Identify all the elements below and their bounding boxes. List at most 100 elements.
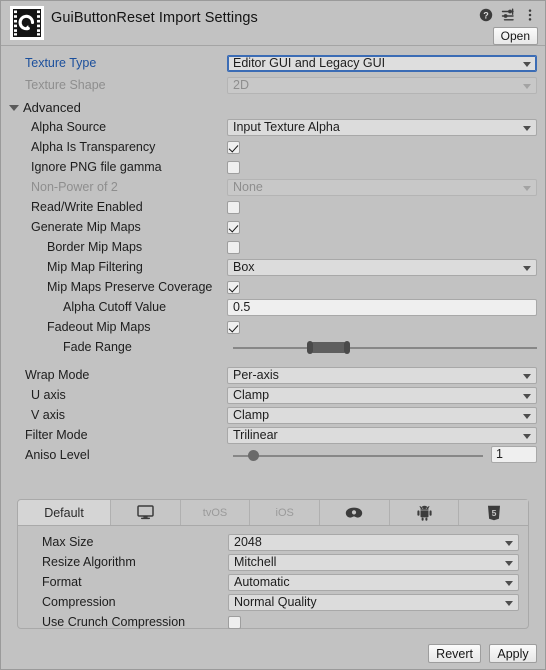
tab-android[interactable] [389, 500, 460, 525]
chevron-down-icon [523, 374, 531, 379]
compression-label: Compression [42, 595, 116, 609]
non-power-of-2-label: Non-Power of 2 [31, 180, 118, 194]
mip-map-filtering-dropdown[interactable]: Box [227, 259, 537, 276]
open-button[interactable]: Open [492, 27, 538, 45]
chevron-down-icon [505, 581, 513, 586]
alpha-cutoff-label: Alpha Cutoff Value [63, 300, 167, 314]
row-filter-mode: Filter Mode Trilinear [1, 426, 545, 446]
tab-standalone[interactable] [111, 500, 181, 525]
row-texture-shape: Texture Shape 2D [1, 76, 545, 98]
chevron-down-icon [523, 126, 531, 131]
border-mip-maps-label: Border Mip Maps [47, 240, 143, 254]
compression-value: Normal Quality [234, 595, 317, 609]
webgl-html5-icon: 5 [487, 505, 501, 521]
row-border-mip-maps: Border Mip Maps [1, 238, 545, 258]
crunch-checkbox[interactable] [228, 616, 241, 629]
ignore-png-gamma-checkbox[interactable] [227, 161, 240, 174]
tab-tvos[interactable]: tvOS [180, 500, 251, 525]
import-settings-window: GuiButtonReset Import Settings ? Open Te… [0, 0, 546, 670]
v-axis-dropdown[interactable]: Clamp [227, 407, 537, 424]
chevron-down-icon [523, 62, 531, 67]
fade-range-slider[interactable] [233, 339, 537, 356]
row-fadeout-mip-maps: Fadeout Mip Maps [1, 318, 545, 338]
chevron-down-icon [523, 266, 531, 271]
v-axis-label: V axis [31, 408, 66, 422]
tab-ios[interactable]: iOS [250, 500, 321, 525]
texture-asset-glyph [13, 9, 41, 37]
texture-asset-icon [10, 6, 44, 40]
read-write-enabled-checkbox[interactable] [227, 201, 240, 214]
settings-body: Texture Type Editor GUI and Legacy GUI T… [1, 46, 545, 466]
border-mip-maps-checkbox[interactable] [227, 241, 240, 254]
chevron-down-icon [505, 541, 513, 546]
platform-settings-box: Default tvOS iOS 5 Max Size 2048 Resize … [17, 499, 529, 629]
format-label: Format [42, 575, 82, 589]
generate-mip-maps-checkbox[interactable] [227, 221, 240, 234]
alpha-cutoff-input[interactable]: 0.5 [227, 299, 537, 316]
monitor-icon [137, 505, 154, 520]
alpha-source-label: Alpha Source [31, 120, 107, 134]
preset-settings-icon[interactable] [501, 8, 515, 22]
u-axis-value: Clamp [233, 388, 270, 402]
resize-algorithm-dropdown[interactable]: Mitchell [228, 554, 519, 571]
format-value: Automatic [234, 575, 290, 589]
tab-default[interactable]: Default [18, 500, 111, 525]
svg-text:5: 5 [491, 508, 496, 518]
wrap-mode-dropdown[interactable]: Per-axis [227, 367, 537, 384]
aniso-level-label: Aniso Level [25, 448, 90, 462]
row-alpha-cutoff-value: Alpha Cutoff Value 0.5 [1, 298, 545, 318]
fadeout-mip-maps-label: Fadeout Mip Maps [47, 320, 151, 334]
texture-shape-label: Texture Shape [25, 78, 106, 92]
revert-button[interactable]: Revert [428, 644, 481, 663]
row-compression: Compression Normal Quality [18, 593, 528, 613]
non-power-of-2-value: None [233, 180, 263, 194]
max-size-value: 2048 [234, 535, 262, 549]
help-icon[interactable]: ? [479, 8, 493, 22]
row-fade-range: Fade Range [1, 338, 545, 360]
tab-webgl[interactable]: 5 [459, 500, 529, 525]
chevron-down-icon [523, 434, 531, 439]
fade-range-track [233, 347, 537, 349]
v-axis-value: Clamp [233, 408, 270, 422]
aniso-level-slider[interactable] [233, 447, 483, 464]
page-title: GuiButtonReset Import Settings [51, 10, 258, 26]
u-axis-dropdown[interactable]: Clamp [227, 387, 537, 404]
apply-button[interactable]: Apply [489, 644, 537, 663]
texture-shape-dropdown: 2D [227, 77, 537, 94]
filter-mode-dropdown[interactable]: Trilinear [227, 427, 537, 444]
format-dropdown[interactable]: Automatic [228, 574, 519, 591]
u-axis-label: U axis [31, 388, 66, 402]
max-size-dropdown[interactable]: 2048 [228, 534, 519, 551]
texture-type-value: Editor GUI and Legacy GUI [233, 56, 386, 70]
ignore-png-gamma-label: Ignore PNG file gamma [31, 160, 162, 174]
tab-default-label: Default [44, 505, 84, 520]
row-texture-type: Texture Type Editor GUI and Legacy GUI [1, 54, 545, 76]
fade-range-max-handle[interactable] [344, 341, 351, 354]
header-icon-group: ? [479, 8, 537, 22]
aniso-level-track [233, 455, 483, 457]
fadeout-mip-maps-checkbox[interactable] [227, 321, 240, 334]
fade-range-fill [312, 342, 346, 353]
more-menu-icon[interactable] [523, 8, 537, 22]
inspector-header: GuiButtonReset Import Settings ? Open [1, 1, 545, 45]
mip-preserve-coverage-checkbox[interactable] [227, 281, 240, 294]
aniso-level-input[interactable]: 1 [491, 446, 537, 463]
chevron-down-icon [523, 394, 531, 399]
fade-range-min-handle[interactable] [307, 341, 314, 354]
chevron-down-icon [9, 105, 19, 111]
texture-type-dropdown[interactable]: Editor GUI and Legacy GUI [227, 55, 537, 72]
row-ignore-png-gamma: Ignore PNG file gamma [1, 158, 545, 178]
tab-visionos[interactable] [320, 500, 390, 525]
tab-tvos-label: tvOS [202, 506, 228, 519]
chevron-down-icon [523, 186, 531, 191]
row-generate-mip-maps: Generate Mip Maps [1, 218, 545, 238]
filter-mode-label: Filter Mode [25, 428, 88, 442]
row-aniso-level: Aniso Level 1 [1, 446, 545, 466]
advanced-foldout[interactable]: Advanced [1, 98, 545, 118]
alpha-source-dropdown[interactable]: Input Texture Alpha [227, 119, 537, 136]
wrap-mode-value: Per-axis [233, 368, 279, 382]
aniso-level-handle[interactable] [248, 450, 259, 461]
row-resize-algorithm: Resize Algorithm Mitchell [18, 553, 528, 573]
alpha-is-transparency-checkbox[interactable] [227, 141, 240, 154]
compression-dropdown[interactable]: Normal Quality [228, 594, 519, 611]
